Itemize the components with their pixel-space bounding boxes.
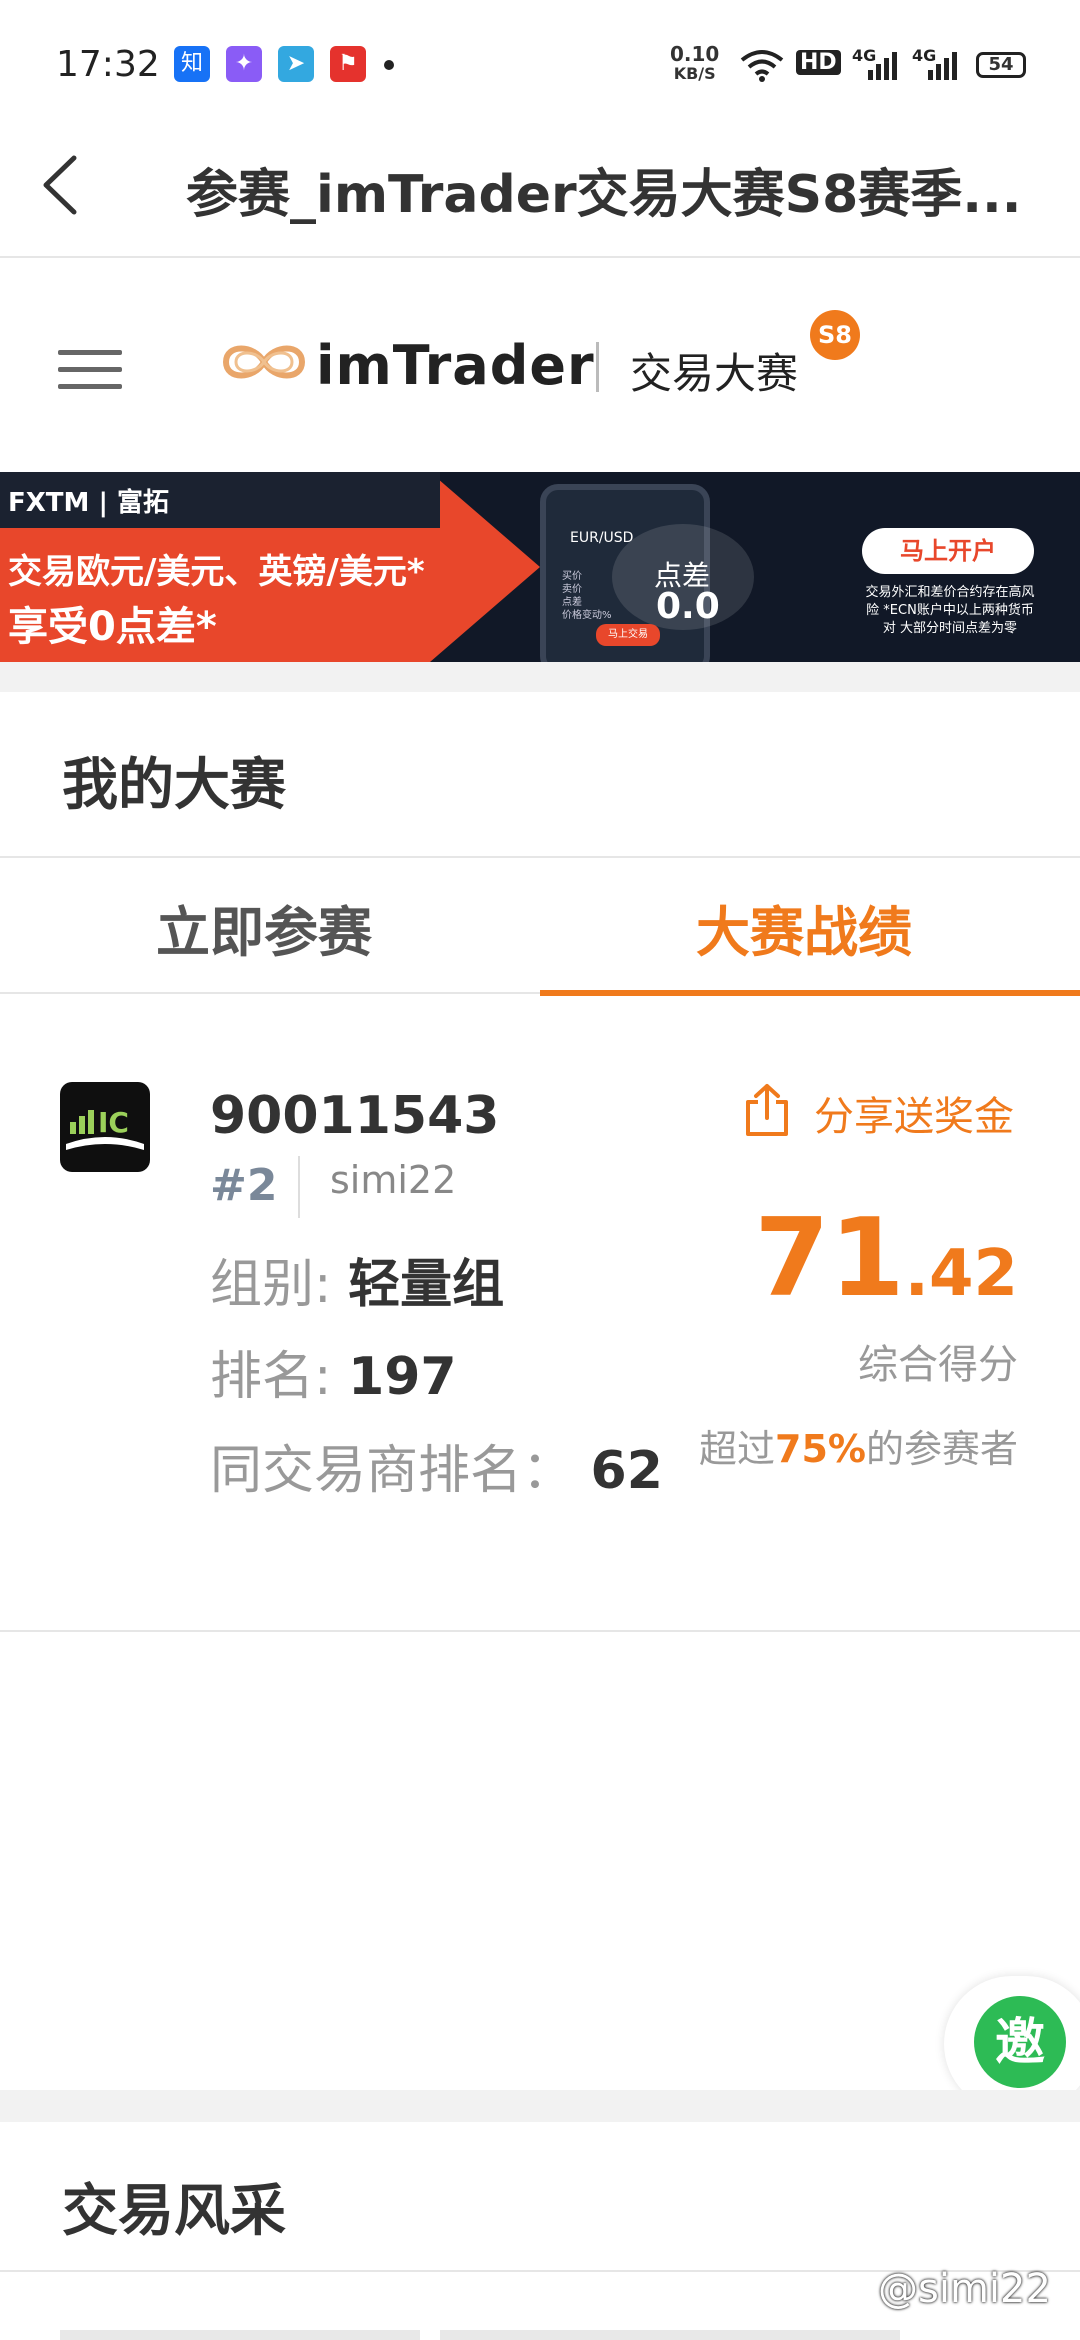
- pin-app-icon: ✦: [226, 46, 262, 82]
- broker-rank-value: 62: [590, 1441, 663, 1501]
- trading-style-title: 交易风采: [62, 2179, 286, 2244]
- hd-icon: HD: [796, 50, 841, 75]
- back-arrow-icon[interactable]: [36, 150, 96, 220]
- battery-icon: 54: [976, 52, 1026, 78]
- invite-button[interactable]: 邀: [974, 1996, 1066, 2088]
- banner-subheadline: 享受0点差*: [8, 604, 217, 650]
- spread-value: 0.0: [656, 586, 720, 627]
- broker-rank-label: 同交易商排名：: [210, 1441, 575, 1501]
- gallery-card[interactable]: [60, 2330, 420, 2340]
- telegram-icon: ➤: [278, 46, 314, 82]
- card-divider: [0, 1630, 1080, 1632]
- menu-icon[interactable]: [58, 350, 122, 392]
- beat-suffix: 的参赛者: [865, 1427, 1018, 1471]
- news-app-icon: ⚑: [330, 46, 366, 82]
- tab-contest-results[interactable]: 大赛战绩: [696, 888, 912, 967]
- net-speed-unit: KB/S: [673, 64, 716, 83]
- my-contest-title: 我的大赛: [62, 753, 286, 818]
- infinity-logo-icon: [222, 345, 306, 379]
- signal-icon: [868, 52, 897, 80]
- share-icon: [746, 1084, 788, 1136]
- svg-text:IC: IC: [98, 1106, 129, 1139]
- nav-header: 参赛_imTrader交易大赛S8赛季...: [0, 120, 1080, 258]
- wifi-icon: [740, 50, 784, 82]
- status-time: 17:32: [56, 44, 160, 85]
- status-bar: 17:32 知 ✦ ➤ ⚑ 0.10 KB/S HD 4G 4G 54: [0, 0, 1080, 120]
- watermark: @simi22: [878, 2266, 1051, 2312]
- gallery-card[interactable]: [440, 2330, 900, 2340]
- fxtm-logo: FXTM | 富拓: [8, 488, 170, 518]
- beat-prefix: 超过: [699, 1427, 776, 1471]
- account-number: 90011543: [210, 1086, 500, 1146]
- net-speed-value: 0.10: [670, 42, 720, 66]
- logo-divider: [596, 342, 599, 392]
- group-row: 组别: 轻量组: [210, 1242, 504, 1317]
- brand-subtitle: 交易大赛: [630, 349, 799, 398]
- open-account-button[interactable]: 马上开户: [862, 528, 1034, 574]
- broker-rank-row: 同交易商排名： 62: [210, 1428, 663, 1503]
- active-tab-indicator: [540, 990, 1080, 996]
- beat-percentage: 超过75%的参赛者: [699, 1418, 1018, 1473]
- zhihu-icon: 知: [174, 46, 210, 82]
- share-label: 分享送奖金: [814, 1094, 1014, 1140]
- beat-value: 75%: [775, 1427, 866, 1471]
- composite-score: 71.42: [754, 1196, 1018, 1321]
- notification-dot: [384, 60, 394, 70]
- section-separator: [0, 662, 1080, 692]
- rank-value: 197: [348, 1347, 457, 1407]
- signal-icon-2: [928, 52, 957, 80]
- brand-header: imTrader 交易大赛 S8: [0, 258, 1080, 472]
- phone-trade-button: 马上交易: [596, 624, 660, 646]
- score-integer: 71: [754, 1196, 905, 1321]
- rank-label: 排名:: [210, 1347, 332, 1407]
- rank-row: 排名: 197: [210, 1334, 457, 1409]
- group-value: 轻量组: [348, 1255, 505, 1315]
- net-speed: 0.10 KB/S: [670, 44, 719, 84]
- id-divider: [298, 1156, 300, 1218]
- username: simi22: [330, 1158, 457, 1202]
- tab-join-now[interactable]: 立即参赛: [156, 888, 372, 967]
- banner-headline: 交易欧元/美元、英镑/美元*: [8, 552, 425, 592]
- broker-avatar: IC: [60, 1082, 150, 1172]
- contest-tabs: 立即参赛 大赛战绩: [0, 856, 1080, 996]
- score-decimal: .42: [904, 1237, 1018, 1311]
- phone-rows: 买价 卖价 点差 价格变动%: [562, 571, 612, 621]
- banner-disclaimer: 交易外汇和差价合约存在高风险 *ECN账户中以上两种货币对 大部分时间点差为零: [865, 585, 1035, 636]
- score-label: 综合得分: [858, 1342, 1018, 1388]
- ad-banner[interactable]: FXTM | 富拓 交易欧元/美元、英镑/美元* 享受0点差* EUR/USD …: [0, 472, 1080, 662]
- page-title: 参赛_imTrader交易大赛S8赛季...: [186, 165, 1022, 225]
- rank-tag: #2: [210, 1160, 278, 1211]
- section-separator-2: [0, 2090, 1080, 2122]
- brand-logo-text: imTrader: [316, 334, 595, 397]
- phone-pair-label: EUR/USD: [570, 530, 634, 546]
- group-label: 组别:: [210, 1255, 332, 1315]
- ic-logo-icon: IC: [66, 1106, 144, 1150]
- season-badge: S8: [810, 310, 860, 360]
